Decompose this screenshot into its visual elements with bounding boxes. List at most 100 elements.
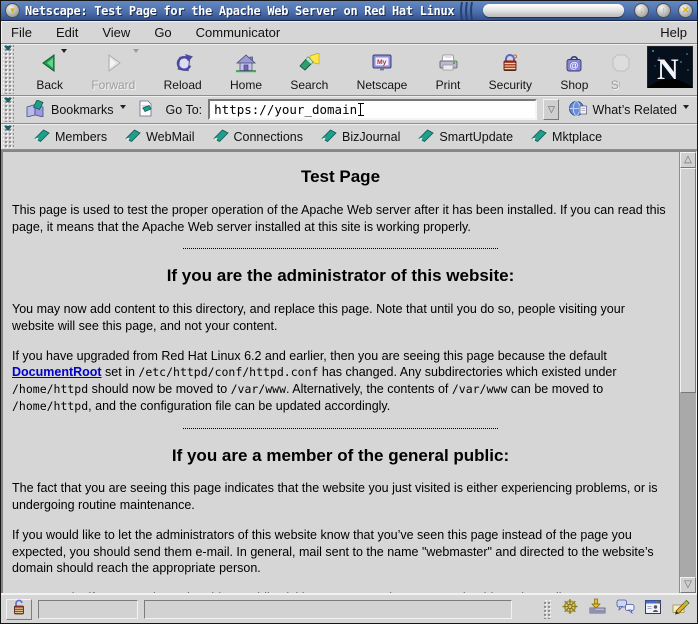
menu-help[interactable]: Help	[660, 25, 687, 40]
dock-gripper[interactable]	[543, 600, 552, 619]
personal-item-smartupdate[interactable]: SmartUpdate	[418, 129, 513, 145]
personal-item-members[interactable]: Members	[34, 129, 107, 145]
scroll-down-button[interactable]: ▽	[680, 577, 696, 593]
security-lock-icon	[499, 53, 521, 76]
url-value: https://your_domain	[214, 102, 357, 117]
close-button[interactable]: ✕	[678, 3, 693, 18]
svg-text:N: N	[657, 53, 679, 86]
status-message-area	[144, 600, 512, 619]
menu-edit[interactable]: Edit	[56, 25, 78, 40]
bookmarks-menu-arrow-icon	[120, 105, 126, 109]
url-history-dropdown-button[interactable]: ▽	[543, 99, 559, 120]
print-button[interactable]: Print	[428, 44, 469, 95]
forward-button[interactable]: Forward	[83, 44, 143, 95]
security-status-button[interactable]	[6, 599, 32, 620]
svg-text:My: My	[377, 59, 387, 66]
intro-paragraph: This page is used to test the proper ope…	[12, 202, 669, 236]
reload-icon	[172, 53, 194, 76]
bookmarks-button[interactable]: Bookmarks	[22, 98, 129, 122]
minimize-button[interactable]: ↓	[634, 3, 649, 18]
personal-toolbar: Members WebMail Connections BizJournal S…	[1, 124, 697, 150]
personal-item-mktplace[interactable]: Mktplace	[531, 129, 602, 145]
forward-icon	[102, 53, 124, 76]
personal-item-bizjournal[interactable]: BizJournal	[321, 129, 400, 145]
menubar: File Edit View Go Communicator Help	[1, 21, 697, 44]
bookmark-ribbon-icon	[418, 129, 434, 145]
home-button[interactable]: Home	[222, 44, 270, 95]
back-icon	[39, 53, 61, 76]
discussions-button[interactable]	[616, 598, 635, 620]
location-bar-gripper[interactable]	[3, 97, 14, 122]
navigator-button[interactable]	[561, 598, 579, 620]
my-netscape-icon: My	[371, 53, 393, 76]
window-title: Netscape: Test Page for the Apache Web S…	[25, 4, 454, 18]
navigation-toolbar: Back Forward Reload	[1, 44, 697, 96]
print-icon	[437, 53, 459, 76]
home-icon	[235, 53, 257, 76]
maximize-button[interactable]: ↑	[656, 3, 671, 18]
scroll-up-button[interactable]: △	[680, 152, 696, 168]
personal-toolbar-gripper[interactable]	[3, 125, 14, 148]
address-book-button[interactable]	[644, 599, 662, 620]
titlebar[interactable]: ▼ Netscape: Test Page for the Apache Web…	[1, 1, 697, 21]
page-proxy-button[interactable]	[135, 98, 156, 122]
ship-wheel-icon	[561, 598, 579, 620]
page-proxy-icon	[138, 100, 153, 120]
page-title: Test Page	[12, 166, 669, 189]
window-menu-button[interactable]: ▼	[5, 3, 20, 18]
scrollbar-thumb[interactable]	[680, 168, 696, 393]
shop-icon: @	[563, 53, 585, 76]
menu-file[interactable]: File	[11, 25, 32, 40]
bookmark-ribbon-icon	[125, 129, 141, 145]
public-heading: If you are a member of the general publi…	[12, 445, 669, 468]
url-input[interactable]: https://your_domain	[208, 99, 537, 120]
section-divider	[183, 248, 498, 249]
status-bar	[1, 593, 697, 623]
inbox-button[interactable]	[588, 598, 607, 620]
public-paragraph-1: The fact that you are seeing this page i…	[12, 480, 669, 514]
vertical-scrollbar[interactable]: △ ▽	[679, 152, 696, 593]
netscape-button[interactable]: My Netscape	[349, 44, 416, 95]
admin-heading: If you are the administrator of this web…	[12, 265, 669, 288]
public-paragraph-2: If you would like to let the administrat…	[12, 527, 669, 577]
inbox-icon	[588, 598, 607, 620]
composer-pen-icon	[671, 599, 690, 620]
menu-communicator[interactable]: Communicator	[196, 25, 281, 40]
text-caret	[357, 103, 364, 116]
composer-button[interactable]	[671, 599, 690, 620]
back-button[interactable]: Back	[28, 44, 71, 95]
stop-icon	[611, 53, 631, 76]
documentroot-link[interactable]: DocumentRoot	[12, 365, 102, 379]
menu-view[interactable]: View	[102, 25, 130, 40]
stop-button[interactable]: Stop	[609, 44, 635, 95]
admin-paragraph-1: You may now add content to this director…	[12, 301, 669, 335]
toolbar-gripper[interactable]	[3, 45, 14, 94]
titlebar-stripes-decoration	[459, 2, 475, 20]
progress-indicator	[38, 600, 138, 619]
personal-item-connections[interactable]: Connections	[213, 129, 304, 145]
titlebar-pill-decoration	[483, 4, 624, 17]
whats-related-icon	[568, 100, 588, 120]
address-book-icon	[644, 599, 662, 620]
search-button[interactable]: Search	[282, 44, 336, 95]
bookmark-ribbon-icon	[531, 129, 547, 145]
location-bar: Bookmarks Go To: https://your_domain ▽	[1, 96, 697, 124]
open-padlock-icon	[12, 599, 27, 620]
admin-paragraph-2: If you have upgraded from Red Hat Linux …	[12, 348, 669, 415]
personal-item-webmail[interactable]: WebMail	[125, 129, 194, 145]
security-button[interactable]: Security	[481, 44, 540, 95]
goto-label: Go To:	[166, 103, 203, 117]
speech-bubbles-icon	[616, 598, 635, 620]
whats-related-button[interactable]: What’s Related	[565, 98, 692, 122]
bookmark-ribbon-icon	[213, 129, 229, 145]
whats-related-menu-arrow-icon	[683, 105, 689, 109]
netscape-n-logo[interactable]: N	[647, 46, 693, 93]
section-divider	[183, 428, 498, 429]
reload-button[interactable]: Reload	[156, 44, 210, 95]
menu-go[interactable]: Go	[154, 25, 171, 40]
scrollbar-track[interactable]	[680, 393, 696, 577]
bookmarks-icon	[25, 100, 47, 120]
shop-button[interactable]: @ Shop	[552, 44, 596, 95]
bookmark-ribbon-icon	[34, 129, 50, 145]
page-content: Test Page This page is used to test the …	[3, 152, 679, 593]
